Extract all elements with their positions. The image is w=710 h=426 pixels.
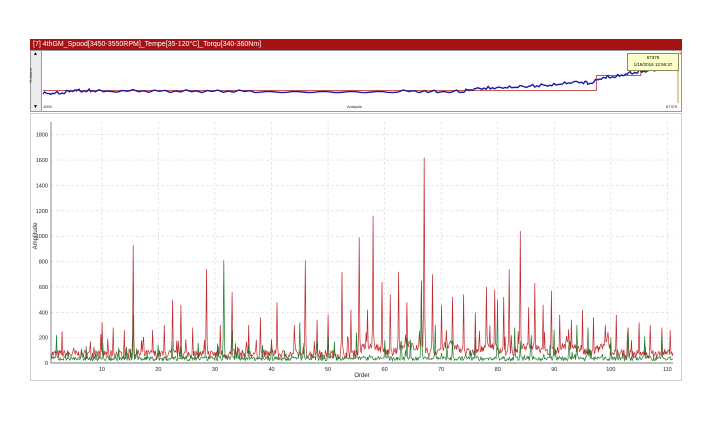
overview-x-start: 1000 <box>43 104 52 109</box>
x-tick-label: 40 <box>268 367 274 373</box>
overview-trend-panel[interactable]: ▲ % Alarm ▼ 67379 1/19/2016 12:56:37 ▾ 1… <box>27 50 683 112</box>
y-tick-label: 1600 <box>36 158 48 164</box>
x-tick-label: 110 <box>663 367 672 373</box>
overview-trend-plot[interactable] <box>43 53 679 103</box>
x-tick-label: 80 <box>495 367 501 373</box>
cursor-handle-icon[interactable]: ▾ <box>679 51 683 57</box>
overview-threshold-line <box>43 67 679 91</box>
overview-x-end: 67379 <box>666 104 678 109</box>
y-tick-label: 1000 <box>36 234 48 240</box>
y-tick-label: 600 <box>39 285 48 291</box>
y-tick-label: 200 <box>39 336 48 342</box>
tooltip-timestamp: 1/19/2016 12:56:37 <box>633 62 673 67</box>
y-tick-label: 0 <box>45 361 48 367</box>
y-tick-label: 800 <box>39 260 48 266</box>
chart-axes <box>50 122 673 364</box>
y-tick-label: 1400 <box>36 183 48 189</box>
x-tick-label: 100 <box>606 367 615 373</box>
order-spectrum-panel[interactable]: Amplitude Order 0 200 400 600 800 1000 1200 140… <box>30 113 682 381</box>
x-tick-label: 90 <box>551 367 557 373</box>
series-line-red <box>50 157 674 360</box>
x-tick-label: 60 <box>382 367 388 373</box>
cursor-tooltip: 67379 1/19/2016 12:56:37 <box>627 53 679 71</box>
y-tick-label: 1800 <box>36 133 48 139</box>
triangle-down-icon[interactable]: ▼ <box>31 104 40 110</box>
y-tick-label: 400 <box>39 310 48 316</box>
x-axis-label: Order <box>354 373 369 379</box>
window-title: [7] 4thGM_Spood[3450-3550RPM]_Tempe[35-1… <box>33 41 262 48</box>
order-spectrum-chart[interactable]: Amplitude Order 020040060080010001200140… <box>31 114 681 380</box>
overview-scrollbar[interactable]: ▲ % Alarm ▼ <box>27 51 42 111</box>
overview-x-label: Analysis <box>347 104 362 109</box>
tooltip-value: 67379 <box>646 55 660 60</box>
x-tick-label: 30 <box>212 367 218 373</box>
x-tick-label: 20 <box>155 367 161 373</box>
y-tick-label: 1200 <box>36 209 48 215</box>
x-tick-label: 50 <box>325 367 331 373</box>
triangle-up-icon[interactable]: ▲ <box>31 51 40 57</box>
overview-vertical-label: % Alarm <box>27 68 33 83</box>
window-title-bar: [7] 4thGM_Spood[3450-3550RPM]_Tempe[35-1… <box>30 39 682 50</box>
x-tick-label: 10 <box>99 367 105 373</box>
x-tick-label: 70 <box>438 367 444 373</box>
